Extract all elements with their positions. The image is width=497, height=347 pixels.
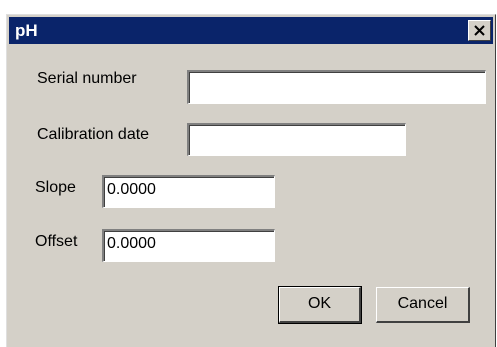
ok-button[interactable]: OK bbox=[278, 286, 362, 324]
serial-number-label: Serial number bbox=[37, 70, 137, 87]
offset-field[interactable]: 0.0000 bbox=[102, 229, 275, 262]
ph-dialog: pH Serial number Calibration date Slope … bbox=[6, 14, 496, 347]
close-button[interactable] bbox=[468, 20, 491, 41]
title-bar: pH bbox=[9, 17, 493, 44]
offset-label: Offset bbox=[35, 233, 78, 250]
close-icon bbox=[474, 25, 485, 36]
dialog-title: pH bbox=[15, 21, 38, 40]
slope-field[interactable]: 0.0000 bbox=[102, 175, 275, 208]
calibration-date-field[interactable] bbox=[187, 123, 406, 156]
cancel-button[interactable]: Cancel bbox=[376, 287, 470, 323]
calibration-date-label: Calibration date bbox=[37, 126, 150, 143]
slope-label: Slope bbox=[35, 179, 76, 196]
serial-number-field[interactable] bbox=[187, 70, 486, 104]
